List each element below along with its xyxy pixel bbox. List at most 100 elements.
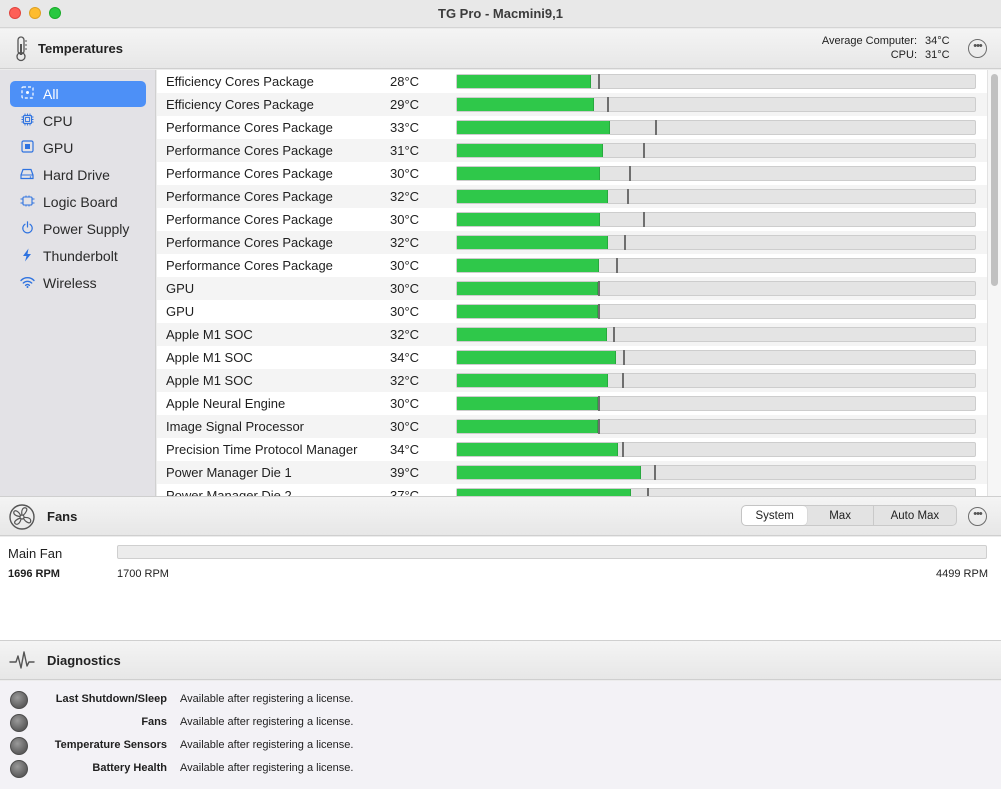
diagnostic-label: Last Shutdown/Sleep xyxy=(55,693,167,705)
sensor-max-marker xyxy=(627,189,629,204)
sidebar-item-label: Hard Drive xyxy=(43,167,110,183)
sidebar-item-cpu[interactable]: CPU xyxy=(10,108,146,134)
sidebar-item-gpu[interactable]: GPU xyxy=(10,135,146,161)
fan-mode-auto-max[interactable]: Auto Max xyxy=(872,506,956,525)
sensor-row[interactable]: Apple M1 SOC 34°C xyxy=(157,346,987,369)
sensor-temperature-fill xyxy=(457,144,603,157)
sidebar-item-label: CPU xyxy=(43,113,73,129)
diagnostics-panel: Last Shutdown/Sleep Available after regi… xyxy=(0,681,1001,789)
sensor-temperature: 32°C xyxy=(390,327,420,342)
fans-more-button[interactable]: ••• xyxy=(968,507,987,526)
sensor-row[interactable]: Performance Cores Package 32°C xyxy=(157,231,987,254)
ellipsis-circle-icon: ••• xyxy=(973,508,983,520)
diagnostic-row: Fans Available after registering a licen… xyxy=(0,711,1001,734)
sensor-temperature: 37°C xyxy=(390,488,420,496)
sensor-row[interactable]: Image Signal Processor 30°C xyxy=(157,415,987,438)
sensor-row[interactable]: Efficiency Cores Package 28°C xyxy=(157,70,987,93)
sidebar-item-wireless[interactable]: Wireless xyxy=(10,270,146,296)
sensor-temperature-fill xyxy=(457,167,600,180)
sensor-max-marker xyxy=(613,327,615,342)
diagnostic-label: Fans xyxy=(141,716,167,728)
sensor-temperature: 32°C xyxy=(390,373,420,388)
temperatures-more-button[interactable]: ••• xyxy=(968,39,987,58)
sensor-row[interactable]: Performance Cores Package 31°C xyxy=(157,139,987,162)
fan-mode-segmented-control[interactable]: System Max Auto Max xyxy=(741,505,957,526)
sensor-temperature-fill xyxy=(457,98,594,111)
sensor-max-marker xyxy=(598,281,600,296)
sensor-row[interactable]: Performance Cores Package 30°C xyxy=(157,162,987,185)
sensor-temperature-bar xyxy=(456,120,976,135)
diagnostic-value: Available after registering a license. xyxy=(180,739,354,751)
sensor-row[interactable]: Apple M1 SOC 32°C xyxy=(157,323,987,346)
sensor-row[interactable]: Apple Neural Engine 30°C xyxy=(157,392,987,415)
sensor-row[interactable]: Performance Cores Package 30°C xyxy=(157,208,987,231)
sidebar-item-all[interactable]: All xyxy=(10,81,146,107)
sensor-max-marker xyxy=(624,235,626,250)
sensor-max-marker xyxy=(616,258,618,273)
sensor-temperature-bar xyxy=(456,465,976,480)
sensor-temperature-fill xyxy=(457,259,599,272)
sidebar-item-power-supply[interactable]: Power Supply xyxy=(10,216,146,242)
fan-mode-system[interactable]: System xyxy=(742,506,808,525)
diagnostic-value: Available after registering a license. xyxy=(180,716,354,728)
scrollbar-thumb[interactable] xyxy=(991,74,998,286)
status-indicator-icon xyxy=(10,737,28,755)
sensor-row[interactable]: Efficiency Cores Package 29°C xyxy=(157,93,987,116)
fans-title: Fans xyxy=(47,509,78,524)
sidebar-item-thunderbolt[interactable]: Thunderbolt xyxy=(10,243,146,269)
fan-min-rpm: 1700 RPM xyxy=(117,568,169,580)
sensor-max-marker xyxy=(654,465,656,480)
sidebar-item-label: Power Supply xyxy=(43,221,130,237)
avg-computer-label: Average Computer: xyxy=(821,35,917,47)
avg-cpu-value: 31°C xyxy=(925,49,950,61)
sensor-temperature-bar xyxy=(456,419,976,434)
sidebar-item-label: Logic Board xyxy=(43,194,118,210)
sensor-name: Precision Time Protocol Manager xyxy=(166,442,358,457)
diagnostic-value: Available after registering a license. xyxy=(180,693,354,705)
sensor-list-scrollbar[interactable] xyxy=(987,70,1001,496)
sensor-max-marker xyxy=(643,212,645,227)
sensor-row[interactable]: Performance Cores Package 32°C xyxy=(157,185,987,208)
diagnostic-row: Temperature Sensors Available after regi… xyxy=(0,734,1001,757)
sensor-row[interactable]: Precision Time Protocol Manager 34°C xyxy=(157,438,987,461)
sidebar-item-logic-board[interactable]: Logic Board xyxy=(10,189,146,215)
sensor-row[interactable]: GPU 30°C xyxy=(157,277,987,300)
sensor-temperature-fill xyxy=(457,489,631,496)
fan-mode-max[interactable]: Max xyxy=(807,506,872,525)
sensor-name: Apple M1 SOC xyxy=(166,327,253,342)
sidebar: All CPU GPU Hard Drive Logic Board Power… xyxy=(0,70,156,496)
sensor-temperature-bar xyxy=(456,304,976,319)
sensor-list[interactable]: Efficiency Cores Package 28°C Efficiency C… xyxy=(157,70,987,496)
sensor-name: Apple M1 SOC xyxy=(166,373,253,388)
sensor-name: Apple M1 SOC xyxy=(166,350,253,365)
sidebar-item-label: All xyxy=(43,86,59,102)
sensor-temperature: 30°C xyxy=(390,212,420,227)
fan-icon xyxy=(9,504,35,530)
avg-cpu-label: CPU: xyxy=(890,49,917,61)
sensor-row[interactable]: Performance Cores Package 33°C xyxy=(157,116,987,139)
sensor-temperature-fill xyxy=(457,328,607,341)
sensor-max-marker xyxy=(598,419,600,434)
fan-speed-bar[interactable] xyxy=(117,545,987,559)
temperatures-title: Temperatures xyxy=(38,41,124,56)
sensor-row[interactable]: Power Manager Die 2 37°C xyxy=(157,484,987,496)
sensor-row[interactable]: Apple M1 SOC 32°C xyxy=(157,369,987,392)
sidebar-item-hard-drive[interactable]: Hard Drive xyxy=(10,162,146,188)
sensor-temperature-fill xyxy=(457,75,591,88)
sensor-row[interactable]: GPU 30°C xyxy=(157,300,987,323)
fans-panel: Main Fan 1696 RPM 1700 RPM 4499 RPM xyxy=(0,537,1001,640)
sensor-max-marker xyxy=(629,166,631,181)
sensor-name: Apple Neural Engine xyxy=(166,396,286,411)
sensor-row[interactable]: Performance Cores Package 30°C xyxy=(157,254,987,277)
app-window: TG Pro - Macmini9,1 Temperatures Average… xyxy=(0,0,1001,789)
title-bar: TG Pro - Macmini9,1 xyxy=(0,0,1001,28)
sensor-temperature-fill xyxy=(457,236,608,249)
sensor-name: Performance Cores Package xyxy=(166,235,333,250)
diagnostic-value: Available after registering a license. xyxy=(180,762,354,774)
sidebar-item-label: Thunderbolt xyxy=(43,248,118,264)
sensor-temperature: 30°C xyxy=(390,396,420,411)
sensor-temperature: 30°C xyxy=(390,281,420,296)
sensor-temperature-bar xyxy=(456,189,976,204)
sensor-row[interactable]: Power Manager Die 1 39°C xyxy=(157,461,987,484)
sensor-temperature: 33°C xyxy=(390,120,420,135)
